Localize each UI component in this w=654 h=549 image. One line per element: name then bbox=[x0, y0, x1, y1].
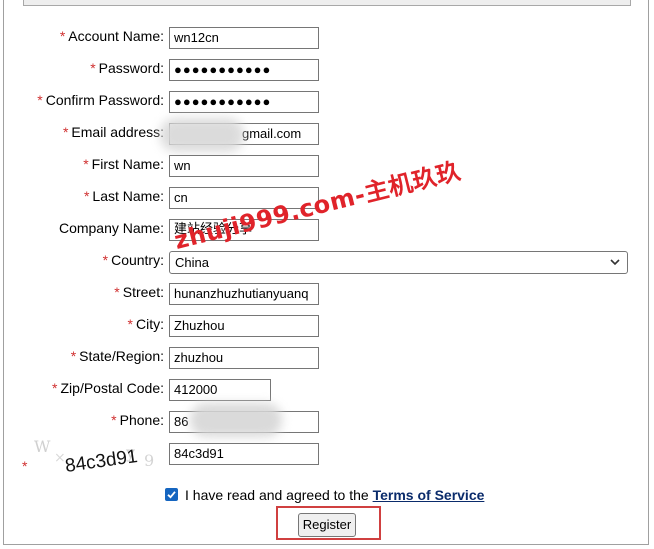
terms-of-service-link[interactable]: Terms of Service bbox=[373, 487, 485, 503]
email-redaction-blur bbox=[160, 118, 244, 152]
email-label: * Email address: bbox=[62, 124, 164, 140]
street-label: * Street: bbox=[114, 284, 164, 300]
svg-text:9: 9 bbox=[144, 451, 154, 470]
required-mark: * bbox=[59, 28, 66, 44]
last-name-label: * Last Name: bbox=[83, 188, 164, 204]
captcha-image: W × y 9 84c3d91 bbox=[34, 438, 154, 477]
captcha-input[interactable]: 84c3d91 bbox=[169, 443, 319, 465]
city-label: * City: bbox=[127, 316, 164, 332]
city-input[interactable]: Zhuzhou bbox=[169, 315, 319, 337]
country-selected-value: China bbox=[175, 255, 209, 270]
checkmark-icon bbox=[167, 491, 176, 499]
phone-redaction-blur bbox=[190, 403, 282, 437]
first-name-input[interactable]: wn bbox=[169, 155, 319, 177]
confirm-password-input[interactable]: ●●●●●●●●●●● bbox=[169, 91, 319, 113]
password-label: * Password: bbox=[90, 60, 164, 76]
street-input[interactable]: hunanzhuzhutianyuanq bbox=[169, 283, 319, 305]
chevron-down-icon bbox=[610, 259, 620, 266]
zip-input[interactable]: 412000 bbox=[169, 379, 271, 401]
country-select[interactable]: China bbox=[169, 251, 628, 274]
company-label: Company Name: bbox=[58, 220, 164, 236]
svg-text:W: W bbox=[34, 438, 51, 456]
agree-label: I have read and agreed to the bbox=[185, 487, 369, 503]
agree-checkbox[interactable] bbox=[165, 488, 178, 501]
account-name-label: * Account Name: bbox=[59, 28, 164, 44]
country-label: * Country: bbox=[102, 252, 164, 268]
confirm-password-label: * Confirm Password: bbox=[37, 92, 164, 108]
password-input[interactable]: ●●●●●●●●●●● bbox=[169, 59, 319, 81]
first-name-label: * First Name: bbox=[83, 156, 164, 172]
account-name-input[interactable]: wn12cn bbox=[169, 27, 319, 49]
state-label: * State/Region: bbox=[70, 348, 164, 364]
state-input[interactable]: zhuzhou bbox=[169, 347, 319, 369]
top-panel-edge bbox=[23, 0, 631, 6]
captcha-text: 84c3d91 bbox=[64, 446, 139, 477]
agree-text: I have read and agreed to the Terms of S… bbox=[185, 486, 484, 504]
register-button[interactable]: Register bbox=[298, 513, 356, 537]
phone-label: * Phone: bbox=[111, 412, 164, 428]
zip-label: * Zip/Postal Code: bbox=[52, 380, 164, 396]
